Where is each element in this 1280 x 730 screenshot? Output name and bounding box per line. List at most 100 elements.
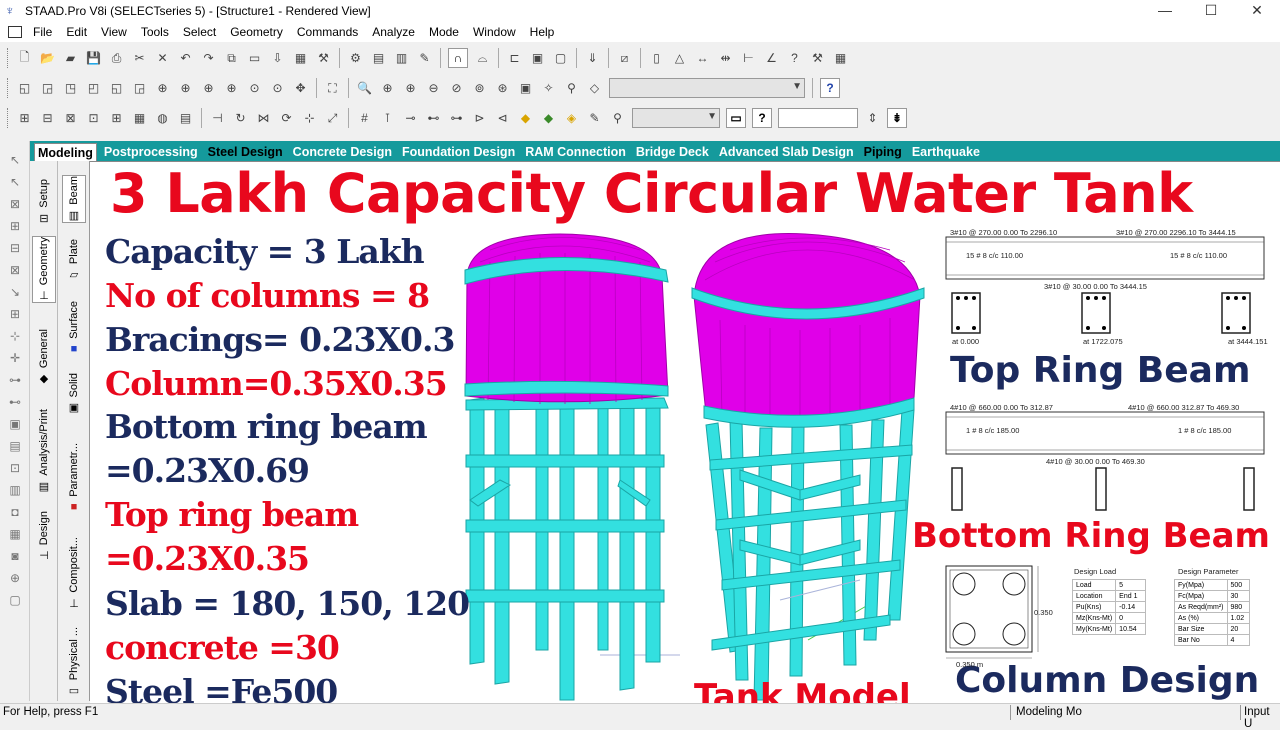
open-folder-icon[interactable]: ▰: [61, 48, 81, 68]
lasso-icon[interactable]: ⊠: [6, 261, 24, 279]
vtab-setup[interactable]: Setup ⊟: [32, 179, 56, 225]
spec-icon[interactable]: ⊶: [447, 108, 467, 128]
vtab-plate[interactable]: Plate ▱: [62, 239, 86, 281]
vtab-physical[interactable]: Physical ... ▭: [62, 627, 86, 697]
zoom-dynamic-icon[interactable]: ⊚: [470, 78, 490, 98]
release-icon[interactable]: ⊺: [378, 108, 398, 128]
help-button-2[interactable]: ?: [752, 108, 772, 128]
toolbar-grip[interactable]: [7, 108, 10, 128]
select-geometry-icon[interactable]: ◍: [153, 108, 173, 128]
rotate-y-icon[interactable]: ⊕: [176, 78, 196, 98]
offset-icon[interactable]: ⊸: [401, 108, 421, 128]
node-icon[interactable]: ▢: [551, 48, 571, 68]
help-question-icon[interactable]: ?: [785, 48, 805, 68]
vtab-solid[interactable]: Solid ▣: [62, 373, 86, 414]
toolbar-grip[interactable]: [7, 48, 10, 68]
tool-e-icon[interactable]: ⊡: [6, 459, 24, 477]
select-all-icon[interactable]: ▦: [130, 108, 150, 128]
menu-analyze[interactable]: Analyze: [365, 25, 422, 39]
plate-icon[interactable]: ▣: [528, 48, 548, 68]
vtab-surface[interactable]: Surface ■: [62, 301, 86, 355]
tab-bridge-deck[interactable]: Bridge Deck: [633, 143, 712, 161]
tool-c-icon[interactable]: ▣: [6, 415, 24, 433]
select-plate-tool-icon[interactable]: ⊞: [6, 217, 24, 235]
tab-earthquake[interactable]: Earthquake: [909, 143, 983, 161]
arch-tool-button[interactable]: ∩: [448, 48, 468, 68]
tab-ram-connection[interactable]: RAM Connection: [522, 143, 629, 161]
load-icon[interactable]: ⇓: [583, 48, 603, 68]
cube-view-5-icon[interactable]: ◱: [107, 78, 127, 98]
document-icon[interactable]: [8, 26, 22, 38]
select-grid-icon[interactable]: ▤: [176, 108, 196, 128]
zoom-prev-icon[interactable]: ⊘: [447, 78, 467, 98]
cube-view-2-icon[interactable]: ◲: [38, 78, 58, 98]
toolbar-grip[interactable]: [7, 78, 10, 98]
print-icon[interactable]: ⎙: [107, 48, 127, 68]
paste-icon[interactable]: ▭: [245, 48, 265, 68]
tools-icon[interactable]: ⚒: [808, 48, 828, 68]
select-plate-icon[interactable]: ⊠: [61, 108, 81, 128]
measure-icon[interactable]: ⊢: [739, 48, 759, 68]
display-icon[interactable]: ▣: [516, 78, 536, 98]
tab-steel-design[interactable]: Steel Design: [205, 143, 286, 161]
vtab-geometry[interactable]: Geometry ⊥: [32, 236, 56, 304]
dim-v-icon[interactable]: ⇹: [716, 48, 736, 68]
menu-geometry[interactable]: Geometry: [223, 25, 290, 39]
vtab-parametric[interactable]: Parametr... ■: [62, 443, 86, 513]
split-icon[interactable]: ⤢: [323, 108, 343, 128]
vtab-analysis-print[interactable]: Analysis/Print ▤: [32, 409, 56, 493]
snap-icon[interactable]: ⊹: [6, 327, 24, 345]
menu-select[interactable]: Select: [176, 25, 223, 39]
menu-tools[interactable]: Tools: [134, 25, 176, 39]
label-icon[interactable]: #: [355, 108, 375, 128]
load-combo[interactable]: ▼: [632, 108, 720, 128]
eraser-icon[interactable]: ◇: [585, 78, 605, 98]
window-icon[interactable]: ▯: [647, 48, 667, 68]
menu-help[interactable]: Help: [523, 25, 562, 39]
tool-k-icon[interactable]: ▢: [6, 591, 24, 609]
color-3-icon[interactable]: ◈: [562, 108, 582, 128]
cube-view-3-icon[interactable]: ◳: [61, 78, 81, 98]
maximize-button[interactable]: ☐: [1188, 0, 1234, 22]
member-icon[interactable]: ⊳: [470, 108, 490, 128]
new-file-icon[interactable]: 🗋: [15, 48, 35, 68]
magic-icon[interactable]: ✧: [539, 78, 559, 98]
vtab-beam[interactable]: Beam ▥: [62, 175, 86, 223]
undo-icon[interactable]: ↶: [176, 48, 196, 68]
grid-small-icon[interactable]: ▦: [831, 48, 851, 68]
tab-advanced-slab-design[interactable]: Advanced Slab Design: [716, 143, 857, 161]
tool-g-icon[interactable]: ◘: [6, 503, 24, 521]
draw-icon[interactable]: ↘: [6, 283, 24, 301]
color-1-icon[interactable]: ◆: [516, 108, 536, 128]
menu-mode[interactable]: Mode: [422, 25, 466, 39]
rotate-z-icon[interactable]: ⊕: [199, 78, 219, 98]
table-icon[interactable]: ▤: [369, 48, 389, 68]
tool-j-icon[interactable]: ⊕: [6, 569, 24, 587]
move-icon[interactable]: ⊹: [300, 108, 320, 128]
vtab-composite[interactable]: Composit... ⊥: [62, 537, 86, 610]
menu-window[interactable]: Window: [466, 25, 523, 39]
tab-concrete-design[interactable]: Concrete Design: [290, 143, 395, 161]
translational-repeat-icon[interactable]: ⊣: [208, 108, 228, 128]
dim-icon[interactable]: ↔: [693, 48, 713, 68]
apply-button[interactable]: ⇟: [887, 108, 907, 128]
select-node-icon[interactable]: ⊟: [38, 108, 58, 128]
menu-view[interactable]: View: [94, 25, 134, 39]
zoom-all-icon[interactable]: ⊕: [401, 78, 421, 98]
help-button[interactable]: ?: [820, 78, 840, 98]
select-solid-icon[interactable]: ⊡: [84, 108, 104, 128]
mirror-icon[interactable]: ⋈: [254, 108, 274, 128]
cube-view-1-icon[interactable]: ◱: [15, 78, 35, 98]
tab-piping[interactable]: Piping: [861, 143, 905, 161]
property-icon[interactable]: ⊷: [424, 108, 444, 128]
download-icon[interactable]: ⇩: [268, 48, 288, 68]
pointer-node-icon[interactable]: ↖: [6, 173, 24, 191]
delete-icon[interactable]: ✕: [153, 48, 173, 68]
vtab-design[interactable]: Design ⊣: [32, 511, 56, 562]
zoom-select-icon[interactable]: ⊛: [493, 78, 513, 98]
search-icon[interactable]: ⚲: [562, 78, 582, 98]
select-box-icon[interactable]: ⊠: [6, 195, 24, 213]
pin-icon[interactable]: ⚲: [608, 108, 628, 128]
minimize-button[interactable]: —: [1142, 0, 1188, 22]
menu-commands[interactable]: Commands: [290, 25, 365, 39]
